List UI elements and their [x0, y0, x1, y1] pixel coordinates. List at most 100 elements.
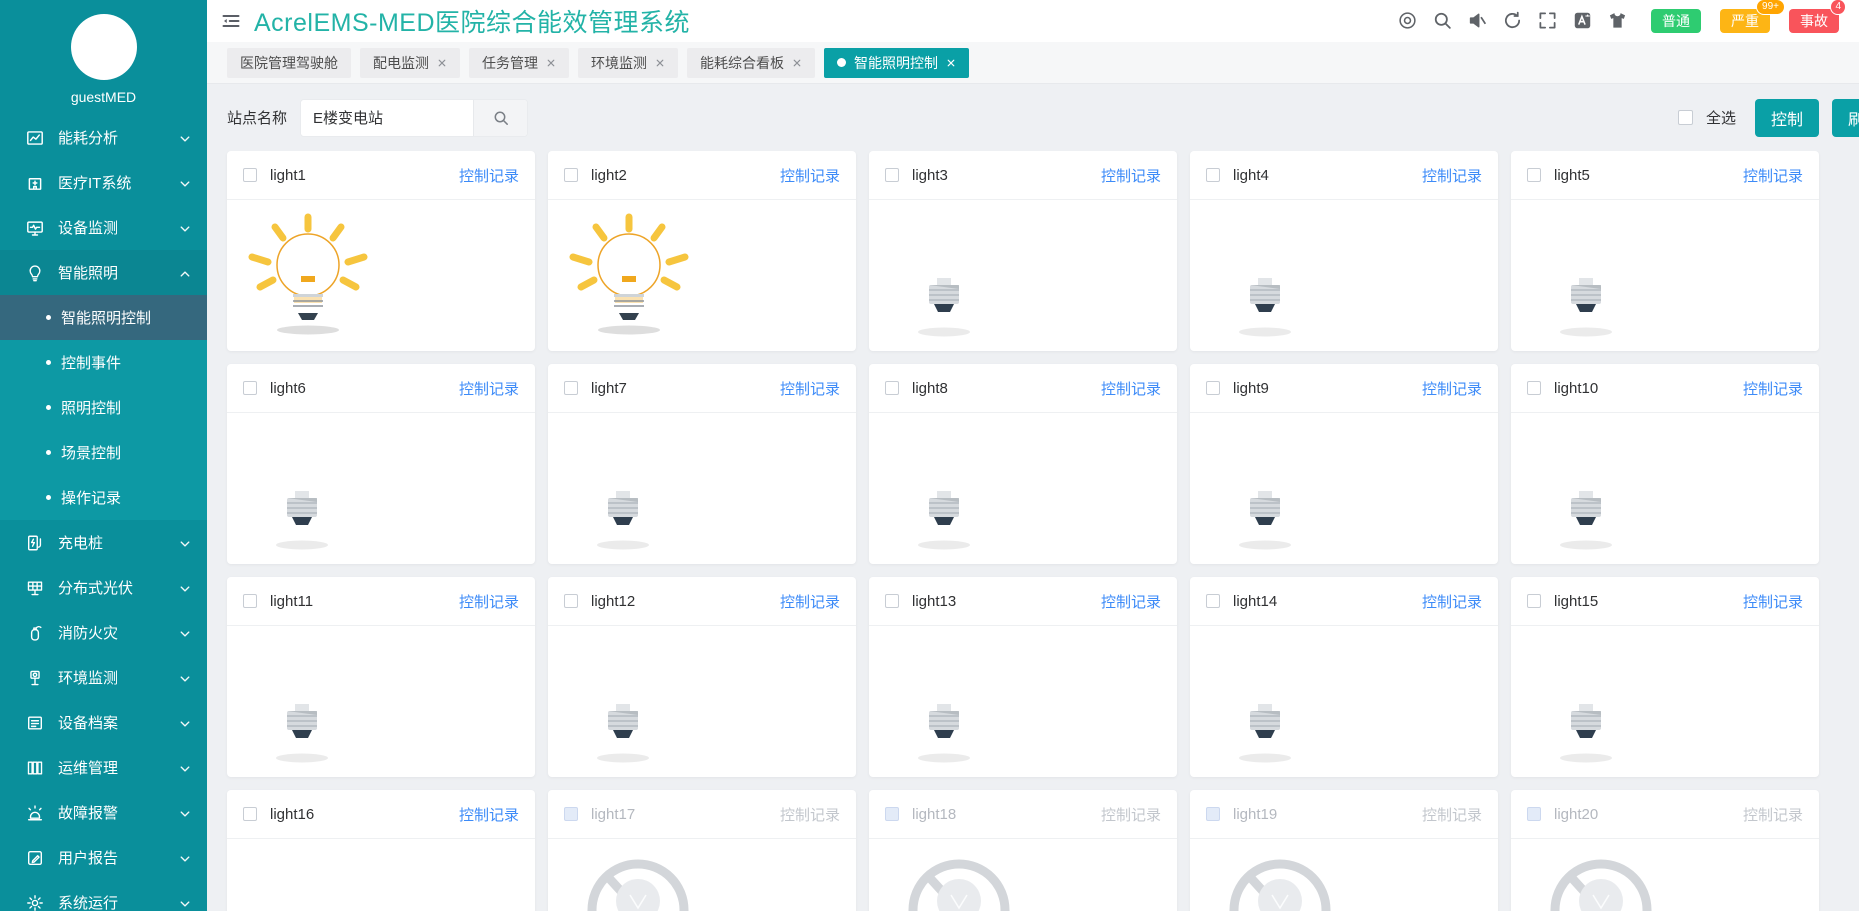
- light-checkbox[interactable]: [1527, 381, 1541, 395]
- control-record-link[interactable]: 控制记录: [780, 378, 840, 399]
- control-record-link[interactable]: 控制记录: [1422, 804, 1482, 825]
- status-badge-严重[interactable]: 严重 99+: [1720, 0, 1785, 34]
- sidebar-item-fire-safety[interactable]: 消防火灾: [0, 610, 207, 655]
- control-record-link[interactable]: 控制记录: [780, 591, 840, 612]
- bullet-icon: [46, 495, 51, 500]
- light-card-light14: light14 控制记录: [1190, 577, 1498, 777]
- sidebar: guestMED 能耗分析 医疗IT系统 设备监测 智能照明 智能照明控制 控制…: [0, 0, 207, 911]
- light-name: light13: [912, 592, 957, 610]
- sidebar-item-system-run[interactable]: 系统运行: [0, 880, 207, 911]
- light-card-header: light4 控制记录: [1190, 151, 1498, 200]
- light-checkbox[interactable]: [1527, 168, 1541, 182]
- control-record-link[interactable]: 控制记录: [1422, 591, 1482, 612]
- light-checkbox[interactable]: [1206, 807, 1220, 821]
- control-record-link[interactable]: 控制记录: [780, 804, 840, 825]
- tab-能耗综合看板[interactable]: 能耗综合看板: [687, 47, 815, 78]
- light-checkbox[interactable]: [564, 807, 578, 821]
- light-checkbox[interactable]: [564, 168, 578, 182]
- control-record-link[interactable]: 控制记录: [459, 165, 519, 186]
- light-checkbox[interactable]: [885, 381, 899, 395]
- light-checkbox[interactable]: [1206, 168, 1220, 182]
- light-checkbox[interactable]: [1527, 594, 1541, 608]
- control-button[interactable]: 控制: [1755, 98, 1819, 137]
- sidebar-item-charging-pile[interactable]: 充电桩: [0, 520, 207, 565]
- control-record-link[interactable]: 控制记录: [459, 804, 519, 825]
- tab-医院管理驾驶舱[interactable]: 医院管理驾驶舱: [227, 47, 351, 78]
- control-record-link[interactable]: 控制记录: [1422, 378, 1482, 399]
- sidebar-item-ops-management[interactable]: 运维管理: [0, 745, 207, 790]
- sidebar-item-fault-alarm[interactable]: 故障报警: [0, 790, 207, 835]
- light-checkbox[interactable]: [885, 168, 899, 182]
- light-name: light4: [1233, 166, 1269, 184]
- light-checkbox[interactable]: [885, 807, 899, 821]
- station-name-label: 站点名称: [227, 110, 288, 127]
- light-name: light1: [270, 166, 306, 184]
- refresh-button[interactable]: 刷新: [1832, 98, 1859, 137]
- sidebar-item-distributed-pv[interactable]: 分布式光伏: [0, 565, 207, 610]
- status-badge-label: 严重: [1731, 12, 1759, 29]
- sidebar-item-device-monitor[interactable]: 设备监测: [0, 205, 207, 250]
- control-record-link[interactable]: 控制记录: [1422, 165, 1482, 186]
- sidebar-subitem-控制事件[interactable]: 控制事件: [0, 340, 207, 385]
- sidebar-item-energy-analysis[interactable]: 能耗分析: [0, 115, 207, 160]
- close-icon[interactable]: [946, 58, 956, 68]
- aim-icon[interactable]: [1398, 11, 1417, 30]
- tab-任务管理[interactable]: 任务管理: [469, 47, 569, 78]
- tab-环境监测[interactable]: 环境监测: [578, 47, 678, 78]
- sidebar-subitem-照明控制[interactable]: 照明控制: [0, 385, 207, 430]
- sidebar-subitem-场景控制[interactable]: 场景控制: [0, 430, 207, 475]
- station-name-input[interactable]: [301, 99, 474, 136]
- control-record-link[interactable]: 控制记录: [1101, 378, 1161, 399]
- collapse-menu-icon[interactable]: [221, 11, 241, 31]
- sidebar-item-user-report[interactable]: 用户报告: [0, 835, 207, 880]
- translate-icon[interactable]: [1573, 11, 1592, 30]
- tab-配电监测[interactable]: 配电监测: [360, 47, 460, 78]
- sidebar-item-device-archive[interactable]: 设备档案: [0, 700, 207, 745]
- control-record-link[interactable]: 控制记录: [1101, 804, 1161, 825]
- light-checkbox[interactable]: [1206, 594, 1220, 608]
- control-record-link[interactable]: 控制记录: [1743, 591, 1803, 612]
- control-record-link[interactable]: 控制记录: [459, 378, 519, 399]
- sidebar-subitem-智能照明控制[interactable]: 智能照明控制: [0, 295, 207, 340]
- tab-label: 医院管理驾驶舱: [240, 54, 338, 71]
- light-card-header: light18 控制记录: [869, 790, 1177, 839]
- status-badge-普通[interactable]: 普通: [1651, 8, 1701, 34]
- close-icon[interactable]: [546, 58, 556, 68]
- bulb-off-icon: [897, 634, 991, 766]
- control-record-link[interactable]: 控制记录: [1743, 804, 1803, 825]
- refresh-icon[interactable]: [1503, 11, 1522, 30]
- control-record-link[interactable]: 控制记录: [1101, 591, 1161, 612]
- control-record-link[interactable]: 控制记录: [459, 591, 519, 612]
- theme-shirt-icon[interactable]: [1608, 11, 1627, 30]
- light-checkbox[interactable]: [564, 594, 578, 608]
- light-checkbox[interactable]: [243, 168, 257, 182]
- close-icon[interactable]: [792, 58, 802, 68]
- control-record-link[interactable]: 控制记录: [1743, 165, 1803, 186]
- close-icon[interactable]: [655, 58, 665, 68]
- fullscreen-icon[interactable]: [1538, 11, 1557, 30]
- light-checkbox[interactable]: [243, 594, 257, 608]
- light-checkbox[interactable]: [1527, 807, 1541, 821]
- light-checkbox[interactable]: [885, 594, 899, 608]
- control-record-link[interactable]: 控制记录: [1743, 378, 1803, 399]
- light-checkbox[interactable]: [1206, 381, 1220, 395]
- light-checkbox[interactable]: [564, 381, 578, 395]
- avatar[interactable]: [70, 14, 137, 80]
- light-card-light11: light11 控制记录: [227, 577, 535, 777]
- search-icon[interactable]: [1433, 11, 1452, 30]
- mute-icon[interactable]: [1468, 11, 1487, 30]
- light-checkbox[interactable]: [243, 381, 257, 395]
- sidebar-subitem-操作记录[interactable]: 操作记录: [0, 475, 207, 520]
- search-button[interactable]: [473, 99, 528, 136]
- tab-智能照明控制[interactable]: 智能照明控制: [824, 47, 969, 78]
- select-all-checkbox[interactable]: [1677, 110, 1693, 125]
- close-icon[interactable]: [437, 58, 447, 68]
- control-record-link[interactable]: 控制记录: [1101, 165, 1161, 186]
- sidebar-item-smart-lighting[interactable]: 智能照明: [0, 250, 207, 295]
- control-record-link[interactable]: 控制记录: [780, 165, 840, 186]
- tab-strip: 医院管理驾驶舱 配电监测 任务管理 环境监测 能耗综合看板 智能照明控制: [207, 42, 1859, 84]
- sidebar-item-medical-it[interactable]: 医疗IT系统: [0, 160, 207, 205]
- light-checkbox[interactable]: [243, 807, 257, 821]
- status-badge-事故[interactable]: 事故 4: [1789, 0, 1846, 34]
- sidebar-item-env-monitor[interactable]: 环境监测: [0, 655, 207, 700]
